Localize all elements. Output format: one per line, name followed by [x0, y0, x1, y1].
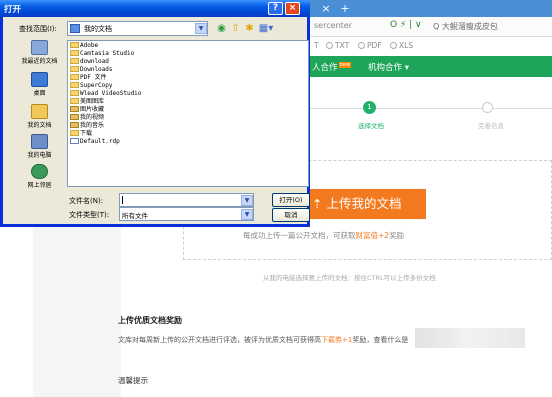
upload-arrow-icon: ⇡ [312, 196, 327, 211]
format-option-xls[interactable]: XLS [390, 41, 413, 50]
cancel-button[interactable]: 取消 [272, 208, 310, 222]
file-type-value: 所有文件 [122, 212, 148, 220]
list-item[interactable]: PDF 文件 [70, 74, 106, 82]
quality-reward-title: 上传优质文档奖励 [118, 316, 182, 325]
folder-icon [70, 66, 79, 72]
back-icon[interactable]: ◉ [215, 22, 228, 35]
places-bar: 我最近的文档 桌面 我的文档 我的电脑 网上邻居 [15, 40, 64, 192]
list-item[interactable]: 我的视频 [70, 114, 104, 122]
steps-progress-line [300, 108, 552, 109]
close-button[interactable]: × [285, 2, 300, 15]
help-button[interactable]: ? [268, 2, 283, 15]
file-name-label: 文件名(N): [69, 197, 104, 205]
nav-item-personal[interactable]: 人合作 new [312, 61, 351, 73]
look-in-dropdown[interactable]: 我的文档 ▼ [67, 21, 208, 36]
format-option-pdf[interactable]: PDF [358, 41, 382, 50]
text-cursor [122, 196, 123, 204]
chevron-down-icon[interactable]: ▼ [195, 23, 207, 34]
step-1-marker: 1 [363, 101, 376, 114]
my-documents-icon [31, 104, 48, 119]
chevron-down-icon[interactable]: ▼ [241, 195, 253, 206]
format-option-txt[interactable]: TXT [326, 41, 349, 50]
step-2-marker [482, 102, 493, 113]
my-documents-icon [70, 24, 80, 33]
radio-icon[interactable] [390, 42, 397, 49]
upload-hint-text: 从我的电脑选择要上传的文档：按住CTRL可以上传多份文档 [263, 274, 436, 282]
list-item[interactable]: 下载 [70, 130, 92, 138]
videos-folder-icon [70, 114, 79, 120]
format-filter-row: T TXT PDF XLS [300, 38, 552, 54]
network-places-icon [31, 164, 48, 179]
file-name-input[interactable]: ▼ [119, 193, 254, 207]
look-in-label: 查找范围(I): [19, 25, 57, 33]
desktop-icon [31, 72, 48, 87]
list-item[interactable]: Camtasia Studio [70, 50, 134, 58]
new-folder-icon[interactable]: ✱ [243, 22, 256, 35]
place-desktop[interactable]: 桌面 [15, 72, 64, 102]
radio-icon[interactable] [358, 42, 365, 49]
new-badge: new [338, 62, 351, 68]
list-item[interactable]: download [70, 58, 109, 66]
upload-document-button[interactable]: ⇡ 上传我的文档 [300, 189, 426, 219]
up-folder-icon[interactable]: ⇧ [229, 22, 242, 35]
chevron-down-icon[interactable]: ▼ [241, 209, 253, 220]
file-type-dropdown[interactable]: 所有文件 ▼ [119, 207, 254, 221]
tab-close-button[interactable]: × [315, 2, 337, 15]
open-file-dialog: 打开 ? × 查找范围(I): 我的文档 ▼ ◉ ⇧ ✱ ▦▾ 我最近的文档 桌… [0, 0, 310, 227]
tips-title: 温馨提示 [118, 376, 148, 385]
list-item[interactable]: 我的音乐 [70, 122, 104, 130]
address-bar[interactable]: sercenter O ⚡ | ∨ Q 大鲵溜瘦成皮包 [300, 17, 552, 37]
folder-icon [70, 130, 79, 136]
folder-icon [70, 74, 79, 80]
place-my-computer[interactable]: 我的电脑 [15, 134, 64, 164]
format-prefix: T [314, 41, 319, 50]
list-item[interactable]: Downloads [70, 66, 113, 74]
folder-icon [70, 58, 79, 64]
file-type-label: 文件类型(T): [69, 211, 110, 219]
dialog-title-bar[interactable]: 打开 ? × [0, 0, 310, 17]
nav-item-institution[interactable]: 机构合作 ▾ [368, 61, 409, 73]
view-menu-icon[interactable]: ▦▾ [257, 22, 275, 35]
list-item[interactable]: Adobe [70, 42, 98, 50]
place-recent-documents[interactable]: 我最近的文档 [15, 40, 64, 70]
list-item[interactable]: Wlead VideoStudio [70, 90, 141, 98]
look-in-value: 我的文档 [84, 25, 112, 33]
browser-search-box[interactable]: Q 大鲵溜瘦成皮包 [433, 21, 498, 32]
blurred-region [415, 328, 525, 348]
nav-bar: 人合作 new 机构合作 ▾ [300, 56, 552, 77]
step-1-label: 选择文档 [358, 122, 384, 130]
list-item[interactable]: SuperCopy [70, 82, 113, 90]
recent-docs-icon [31, 40, 48, 55]
file-icon [70, 138, 79, 144]
place-network[interactable]: 网上邻居 [15, 164, 64, 194]
my-computer-icon [31, 134, 48, 149]
address-bar-icons[interactable]: O ⚡ | ∨ [390, 20, 422, 30]
place-my-documents[interactable]: 我的文档 [15, 104, 64, 134]
pictures-folder-icon [70, 106, 79, 112]
list-item[interactable]: 美图图库 [70, 98, 104, 106]
step-2-label: 完善信息 [478, 122, 504, 130]
folder-icon [70, 90, 79, 96]
open-button[interactable]: 打开(O) [272, 193, 310, 207]
new-tab-button[interactable]: + [337, 2, 353, 15]
left-gutter [33, 227, 121, 397]
folder-icon [70, 42, 79, 48]
folder-icon [70, 50, 79, 56]
radio-icon[interactable] [326, 42, 333, 49]
address-text[interactable]: sercenter [314, 21, 352, 30]
music-folder-icon [70, 122, 79, 128]
list-item[interactable]: Default.rdp [70, 138, 120, 146]
folder-icon [70, 82, 79, 88]
file-list[interactable]: Adobe Camtasia Studio download Downloads… [67, 40, 309, 187]
upload-reward-text: 每成功上传一篇公开文档，可获取财富值+2奖励 [243, 231, 405, 240]
folder-icon [70, 98, 79, 104]
list-item[interactable]: 图片收藏 [70, 106, 104, 114]
dialog-title: 打开 [4, 5, 22, 15]
